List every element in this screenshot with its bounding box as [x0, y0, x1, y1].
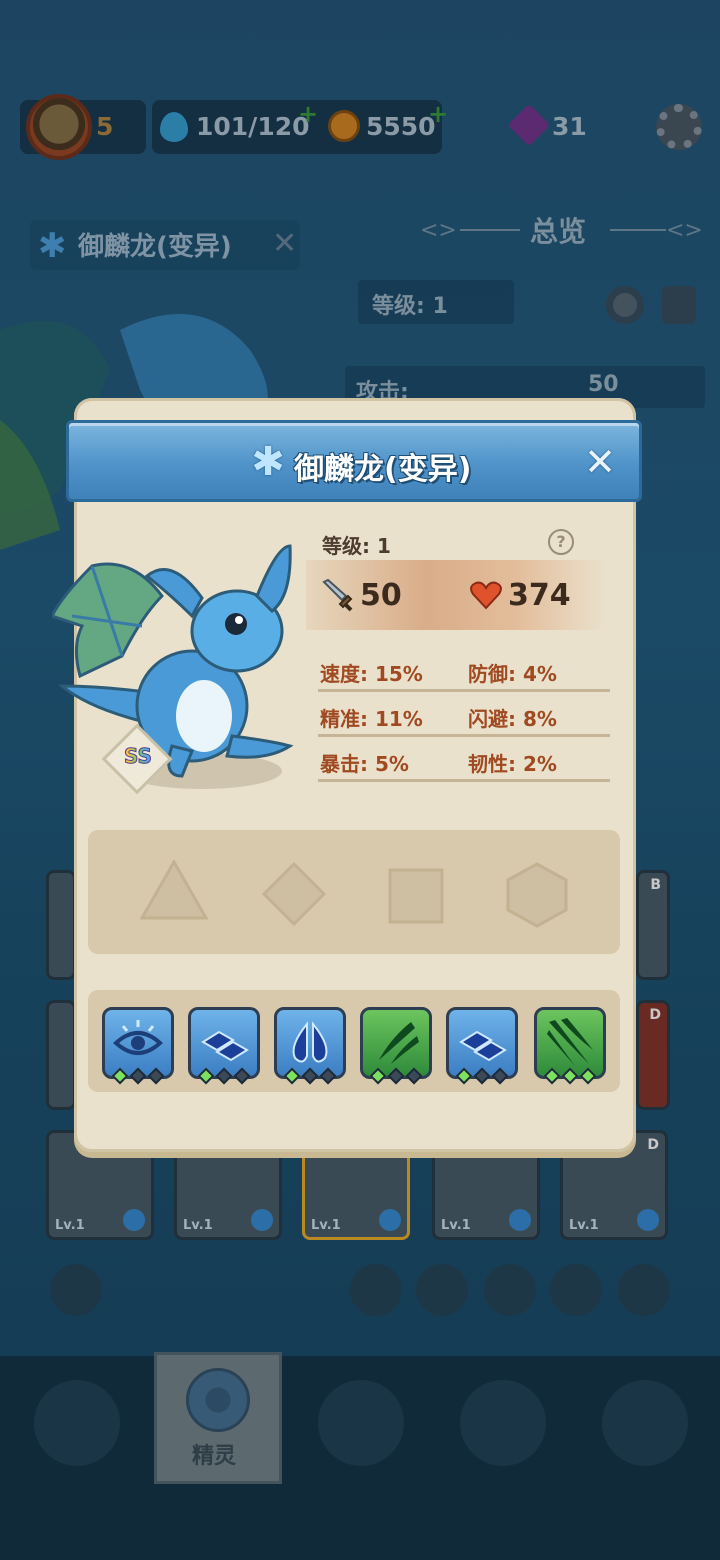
gem-on [369, 1067, 387, 1085]
speed-stat: 速度: 15% [320, 662, 423, 686]
dragon-portrait [52, 544, 294, 789]
bg-target-icon [606, 286, 644, 324]
bg-attack-value: 50 [588, 372, 619, 397]
gem-on [283, 1067, 301, 1085]
bg-left-arrow-icon: <> [420, 218, 457, 243]
nav-map-pin-icon[interactable] [602, 1380, 688, 1466]
water-element-icon [509, 1209, 531, 1231]
avatar[interactable] [26, 94, 92, 160]
accuracy-stat: 精准: 11% [320, 707, 423, 731]
spirit-swirl-icon [186, 1368, 250, 1432]
filter-leaf-button[interactable] [484, 1264, 536, 1316]
stat-row: 速度: 15% 防御: 4% [318, 648, 610, 692]
bg-creature-card[interactable] [46, 1000, 76, 1110]
bg-divider-right [610, 229, 666, 231]
water-tiles-icon [459, 1030, 507, 1062]
stat-row: 精准: 11% 闪避: 8% [318, 693, 610, 737]
bg-creature-card[interactable]: D [636, 1000, 670, 1110]
crit-stat: 暴击: 5% [320, 752, 409, 776]
filter-fire-button[interactable] [350, 1264, 402, 1316]
skill-rank-gems [111, 1067, 165, 1085]
water-element-icon [251, 1209, 273, 1231]
heart-icon [470, 581, 502, 610]
player-level: 5 [96, 112, 114, 141]
skill-rank-gems [369, 1067, 423, 1085]
rank-label: SS [118, 744, 158, 769]
filter-water-button[interactable] [416, 1264, 468, 1316]
coin-icon [328, 110, 360, 142]
help-icon[interactable]: ? [548, 529, 574, 555]
gem-off [473, 1067, 491, 1085]
add-stamina-button[interactable]: + [298, 100, 318, 128]
skill-rank-gems [543, 1067, 597, 1085]
defense-stat: 防御: 4% [468, 662, 557, 686]
evasion-stat: 闪避: 8% [468, 707, 557, 731]
claw-slash-icon [547, 1018, 593, 1066]
water-tiles-icon [201, 1030, 249, 1062]
toughness-stat: 韧性: 2% [468, 752, 557, 776]
water-drop-icon [160, 112, 188, 142]
attack-value: 50 [360, 578, 402, 613]
diamond-slot-icon[interactable] [262, 862, 326, 926]
skill-rank-gems [283, 1067, 337, 1085]
gem-off [491, 1067, 509, 1085]
gem-off [319, 1067, 337, 1085]
stamina-value: 101/120 [196, 112, 310, 141]
water-element-icon [379, 1209, 401, 1231]
gem-off [215, 1067, 233, 1085]
gem-off [129, 1067, 147, 1085]
gem-off [147, 1067, 165, 1085]
triangle-slot-icon[interactable] [140, 860, 208, 922]
gem-on [561, 1067, 579, 1085]
filter-lightning-button[interactable] [618, 1264, 670, 1316]
gem-on [543, 1067, 561, 1085]
nav-chest-icon[interactable] [460, 1380, 546, 1466]
bg-divider-left [460, 229, 520, 231]
nav-tab-spirits-label: 精灵 [192, 1444, 237, 1469]
nav-backpack-icon[interactable] [34, 1380, 120, 1466]
gem-off [387, 1067, 405, 1085]
gem-off [301, 1067, 319, 1085]
coin-value: 5550 [366, 112, 436, 141]
bg-creature-card[interactable] [46, 870, 76, 980]
eye-icon [113, 1020, 163, 1055]
water-element-icon [123, 1209, 145, 1231]
bg-level-text: 等级: 1 [372, 294, 448, 319]
gem-off [405, 1067, 423, 1085]
bg-creature-card[interactable]: B [636, 870, 670, 980]
dialog-title: 御麟龙(变异) [294, 452, 472, 487]
level-label: 等级: 1 [322, 534, 391, 558]
bg-overview-title: 总览 [530, 215, 587, 248]
sword-icon [322, 578, 353, 612]
bg-close-icon: ✕ [272, 226, 298, 261]
slash-icon [379, 1022, 419, 1064]
hp-value: 374 [508, 578, 571, 613]
bg-lock-icon [662, 286, 696, 324]
stat-row: 暴击: 5% 韧性: 2% [318, 738, 610, 782]
filter-earth-button[interactable] [550, 1264, 602, 1316]
gem-on [197, 1067, 215, 1085]
settings-gear-icon[interactable] [656, 104, 702, 150]
nav-mountain-icon[interactable] [318, 1380, 404, 1466]
add-coins-button[interactable]: + [428, 100, 448, 128]
hexagon-slot-icon[interactable] [506, 862, 568, 928]
skill-rank-gems [455, 1067, 509, 1085]
filter-clear-button[interactable] [50, 1264, 102, 1316]
split-drop-icon [292, 1021, 328, 1063]
gem-on [579, 1067, 597, 1085]
square-slot-icon[interactable] [388, 868, 444, 924]
gem-value: 31 [552, 112, 587, 141]
gem-off [233, 1067, 251, 1085]
bg-creature-name: 御麟龙(变异) [78, 232, 232, 262]
water-element-icon [637, 1209, 659, 1231]
skill-rank-gems [197, 1067, 251, 1085]
bg-water-element-icon: ✱ [38, 226, 67, 266]
bg-right-arrow-icon: <> [666, 218, 703, 243]
close-button[interactable]: ✕ [580, 442, 620, 482]
gem-on [455, 1067, 473, 1085]
gem-on [111, 1067, 129, 1085]
water-element-icon: ✱ [251, 439, 285, 485]
